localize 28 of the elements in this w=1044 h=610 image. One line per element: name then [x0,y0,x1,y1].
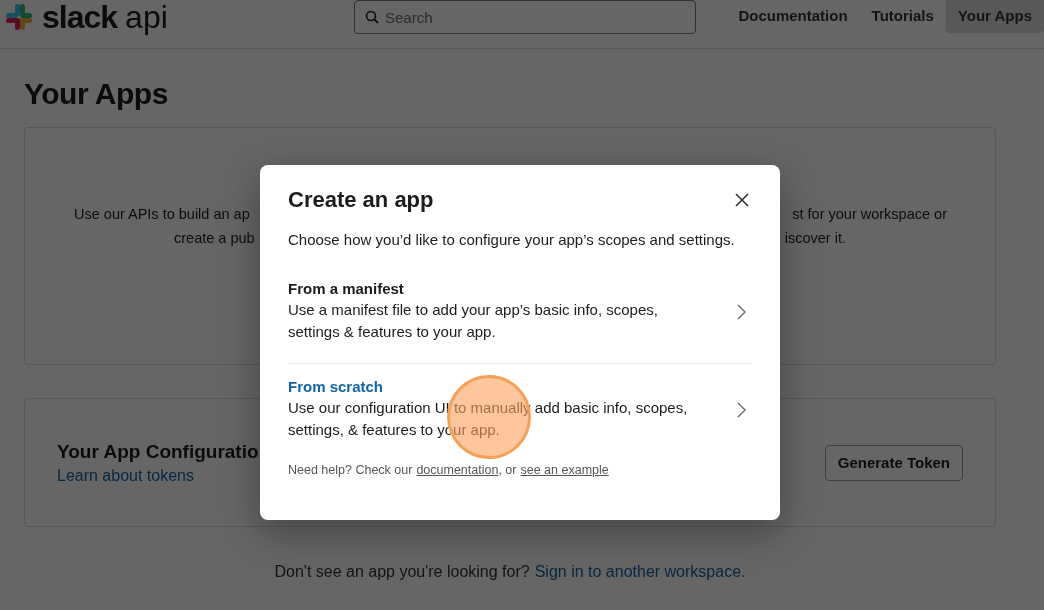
config-title: Your App Configuratio [57,440,259,463]
nav-link[interactable]: Documentation [726,0,860,33]
logo-icon [4,2,34,32]
example-link[interactable]: see an example [520,463,609,477]
logo-wordmark: slack [42,0,118,36]
intro-text: Use our APIs to build an ap [74,205,250,224]
intro-text: iscover it. [784,229,846,248]
intro-text: st for your workspace or [792,205,947,224]
option-title[interactable]: From scratch [288,378,688,395]
chevron-right-icon[interactable] [737,401,746,418]
logo-suffix: api [125,0,168,36]
footer-text: Don't see an app you're looking for? [274,563,530,581]
nav-link[interactable]: Your Apps [945,0,1044,33]
sign-in-link[interactable]: Sign in to another workspace. [534,563,746,581]
option-title[interactable]: From a manifest [288,280,688,297]
help-separator: , or [498,463,517,477]
dialog-subtitle: Choose how you’d like to configure your app’s scopes and settings. [288,231,736,248]
page-title: Your Apps [24,77,169,111]
search-icon [365,10,379,24]
tokens-link[interactable]: Learn about tokens [57,466,259,485]
generate-token-button[interactable]: Generate Token [824,444,963,481]
option-description: Use a manifest file to add your app’s basic info, scopes, settings & features to your app. [288,300,659,342]
search-field[interactable]: Search [354,0,696,34]
dialog-title: Create an app [288,187,434,213]
nav-link[interactable]: Tutorials [859,0,946,33]
chevron-right-icon[interactable] [737,303,746,320]
help-text: Need help? Check our [288,463,413,477]
intro-text: create a pub [174,229,255,248]
